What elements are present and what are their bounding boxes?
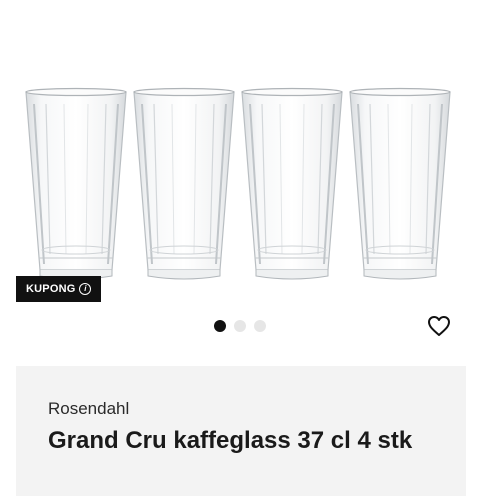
product-image[interactable]	[22, 84, 458, 280]
carousel-dot[interactable]	[254, 320, 266, 332]
brand-name[interactable]: Rosendahl	[48, 399, 129, 419]
favorite-button[interactable]	[426, 313, 452, 339]
product-image-gallery[interactable]	[0, 0, 480, 300]
coupon-label: KUPONG	[26, 283, 76, 295]
coupon-badge[interactable]: KUPONG i	[16, 276, 102, 302]
product-info-card: Rosendahl Grand Cru kaffeglass 37 cl 4 s…	[16, 366, 466, 496]
heart-outline-icon	[428, 316, 450, 336]
carousel-pagination	[214, 320, 266, 332]
info-icon[interactable]: i	[79, 283, 92, 295]
product-title: Grand Cru kaffeglass 37 cl 4 stk	[48, 427, 413, 454]
carousel-dot[interactable]	[234, 320, 246, 332]
carousel-dot[interactable]	[214, 320, 226, 332]
